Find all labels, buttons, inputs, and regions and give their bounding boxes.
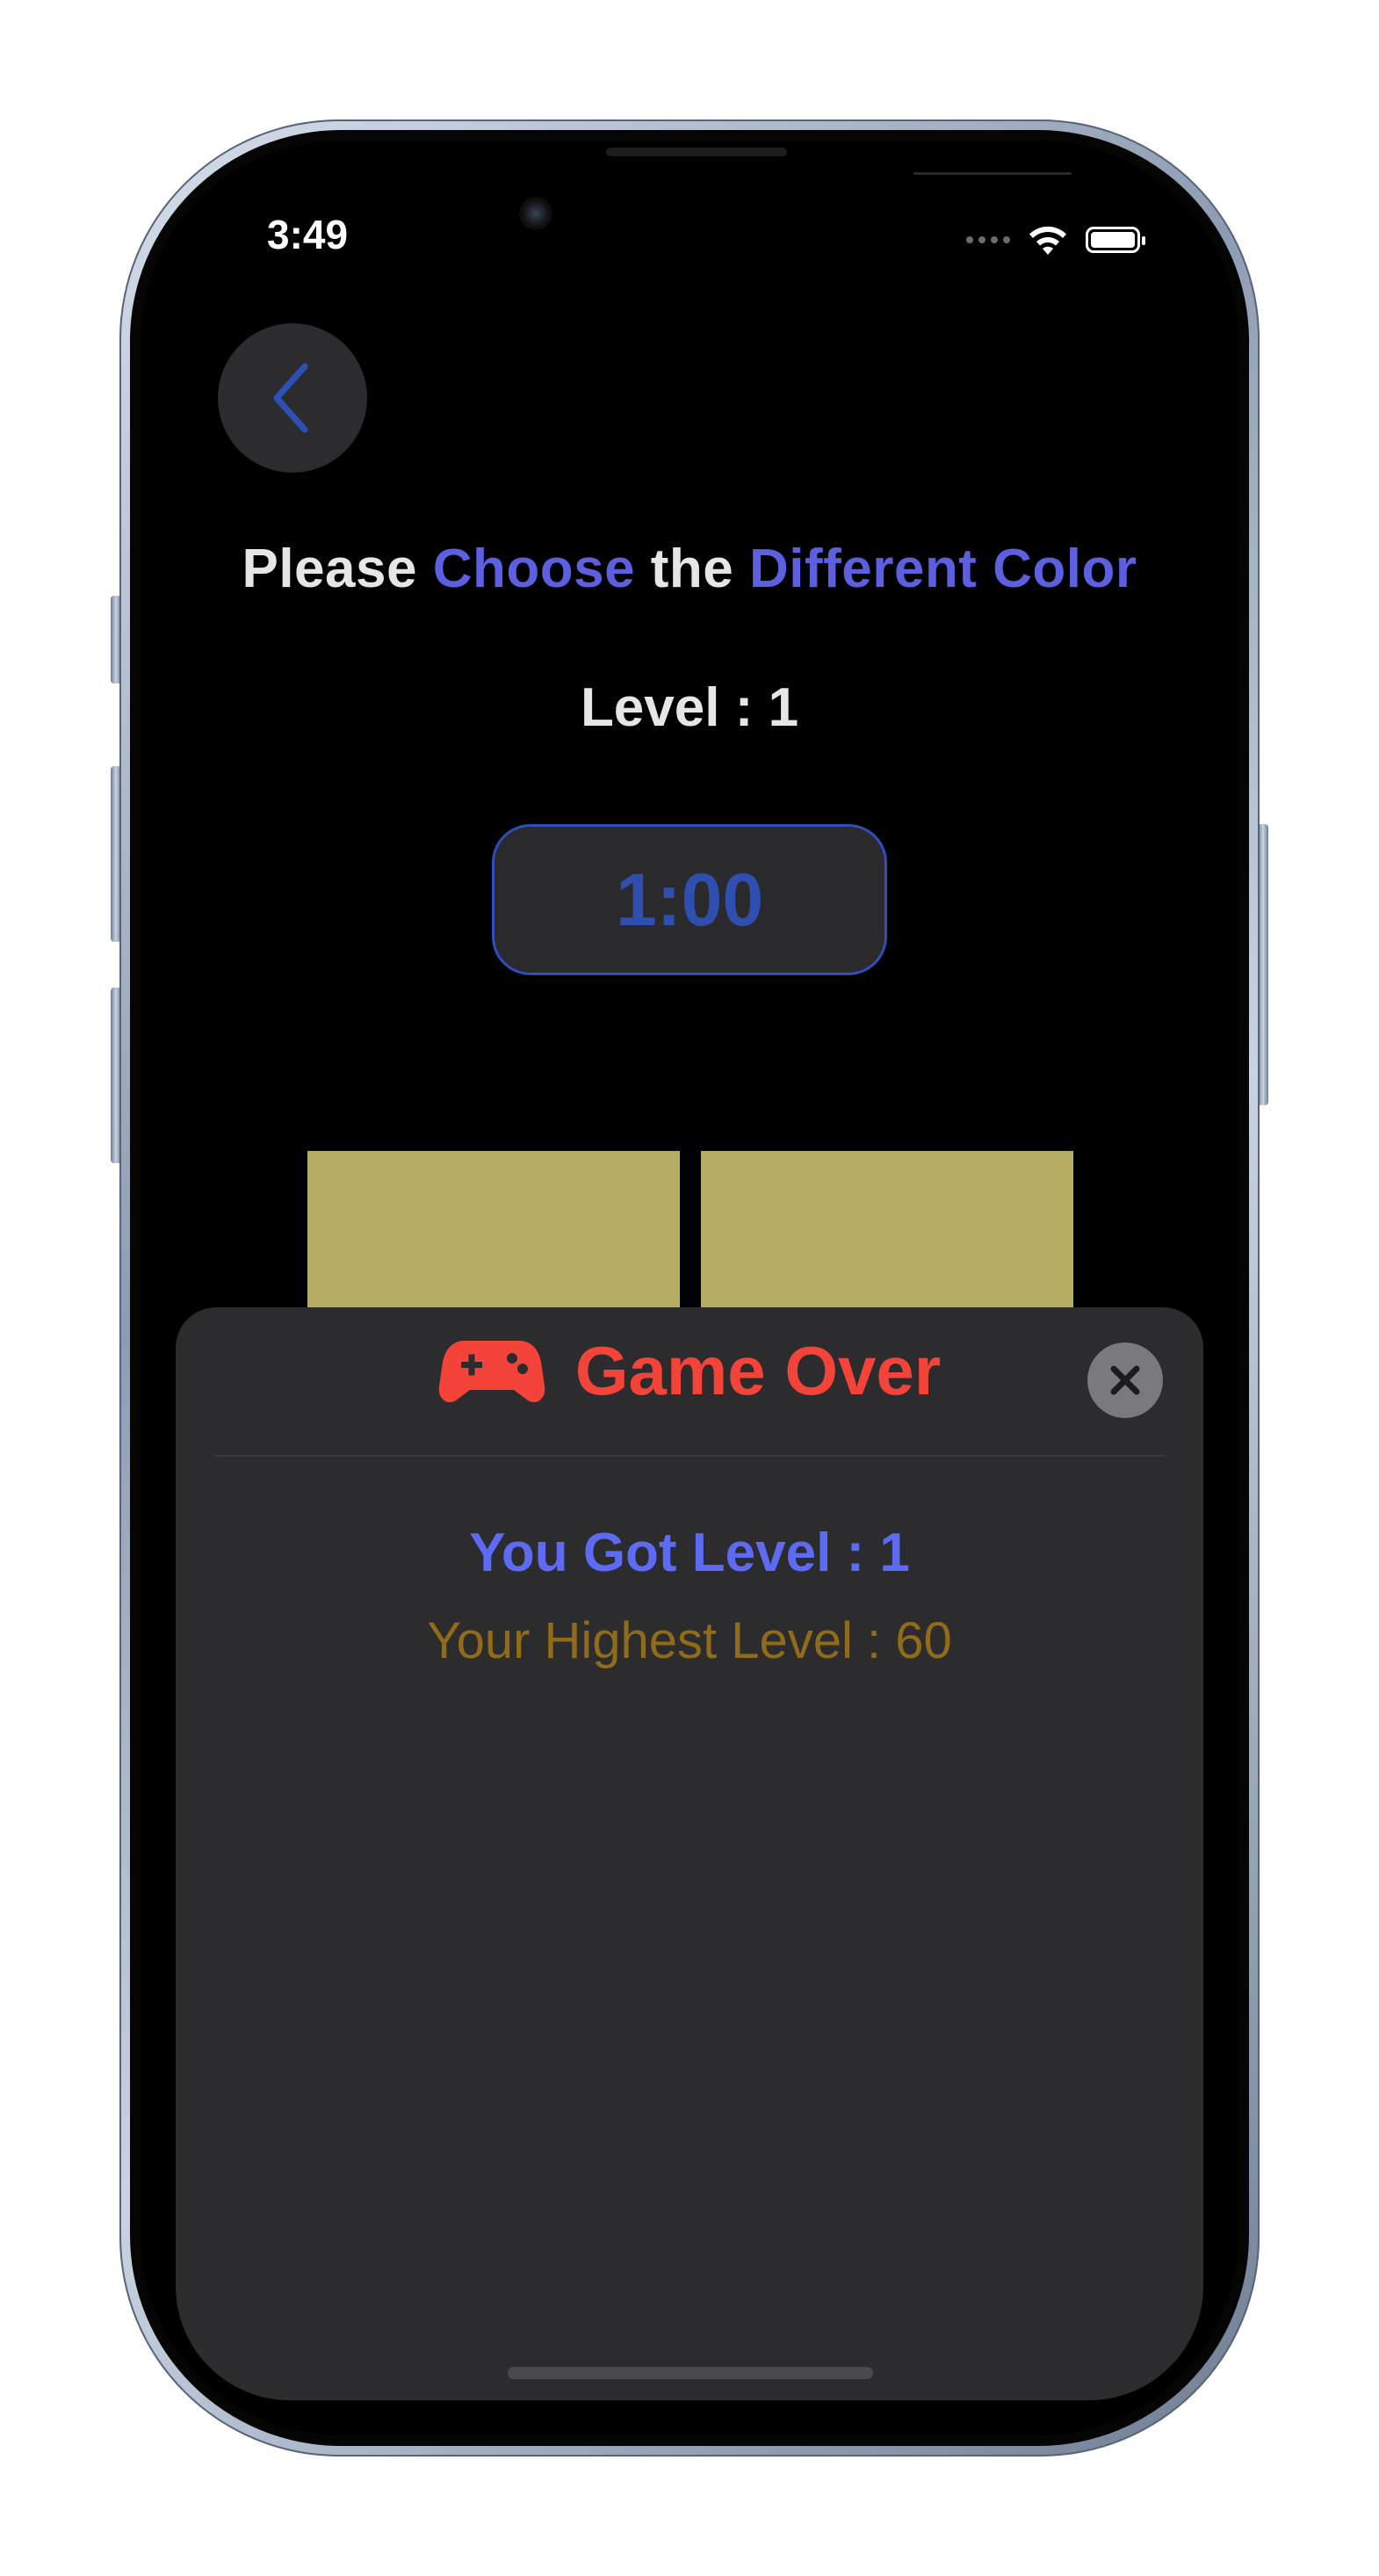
title-part-the: the — [635, 539, 750, 599]
chevron-left-icon — [273, 363, 308, 433]
front-camera — [519, 197, 552, 230]
instruction-title: Please Choose the Different Color — [0, 538, 1379, 600]
sensor-line — [913, 172, 1072, 175]
close-icon — [1110, 1365, 1140, 1395]
color-tile-2[interactable] — [701, 1151, 1073, 1318]
battery-icon — [1086, 227, 1145, 253]
earpiece-speaker — [606, 148, 787, 156]
cellular-signal-icon — [966, 236, 1010, 243]
got-level-text: You Got Level : 1 — [469, 1523, 910, 1583]
status-time: 3:49 — [267, 212, 349, 257]
device-mockup: 3:49 Please Choose the Different Color L… — [0, 0, 1379, 2576]
level-label: Level : 1 — [580, 677, 799, 738]
back-button[interactable] — [218, 323, 367, 473]
color-tile-1[interactable] — [307, 1151, 680, 1318]
sheet-header: Game Over — [176, 1327, 1203, 1415]
gamepad-icon — [438, 1341, 545, 1403]
close-button[interactable] — [1087, 1342, 1163, 1418]
home-indicator[interactable] — [508, 2367, 873, 2379]
countdown-timer: 1:00 — [492, 824, 887, 975]
wifi-icon — [1029, 226, 1066, 255]
game-over-title: Game Over — [574, 1331, 942, 1409]
title-part-different-color: Different Color — [749, 539, 1137, 599]
game-over-sheet: Game Over You Got Level : 1 Your Highest… — [176, 1307, 1203, 2400]
status-indicators — [966, 220, 1145, 260]
title-part-please: Please — [242, 539, 433, 599]
highest-level-text: Your Highest Level : 60 — [427, 1612, 952, 1669]
title-part-choose: Choose — [432, 539, 636, 599]
sheet-divider — [214, 1455, 1165, 1457]
